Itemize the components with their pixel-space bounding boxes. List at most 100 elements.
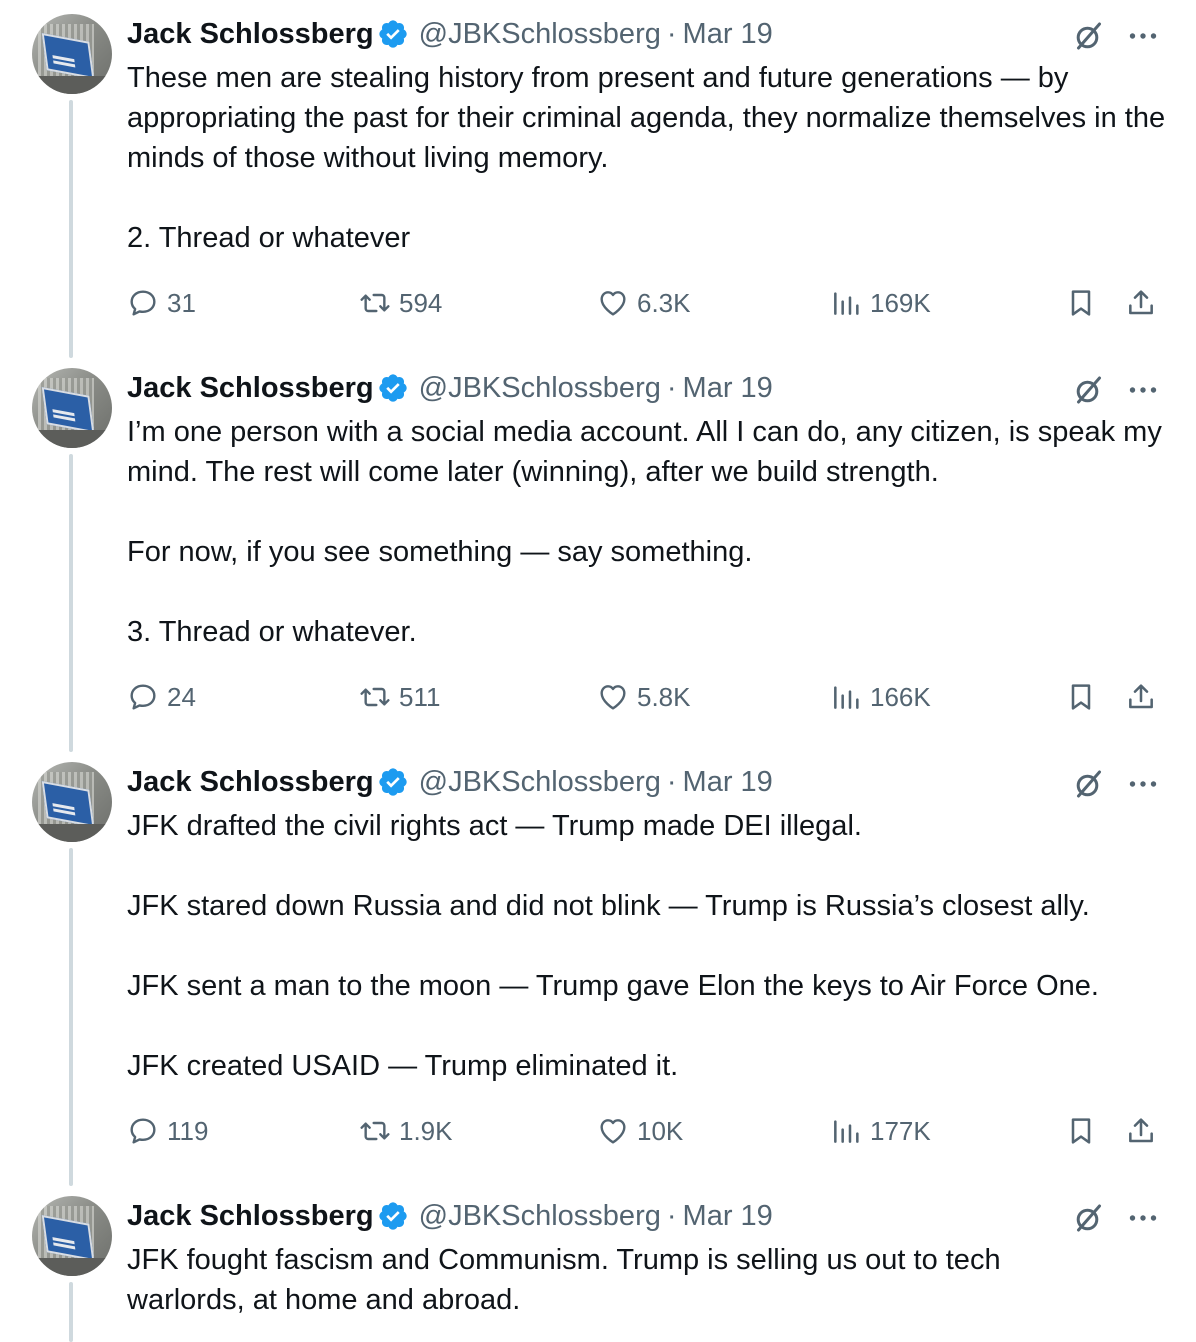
action-bar: 119 1.9K 10K 177K <box>127 1109 1167 1153</box>
views-count: 166K <box>870 681 931 712</box>
share-button[interactable] <box>1125 675 1157 719</box>
author-handle[interactable]: @JBKSchlossberg <box>419 368 661 408</box>
grok-icon[interactable] <box>1071 18 1107 54</box>
tweet-paragraph: These men are stealing history from pres… <box>127 62 1166 174</box>
tweet[interactable]: Jack Schlossberg @JBKSchlossberg · Mar 1… <box>0 748 1196 1186</box>
avatar[interactable] <box>32 1196 112 1276</box>
thread-connector-line <box>69 1282 73 1342</box>
action-bar: 24 511 5.8K 166K <box>127 675 1167 719</box>
views-button[interactable]: 166K <box>830 675 931 719</box>
more-options-icon[interactable] <box>1125 766 1161 802</box>
reply-count: 119 <box>167 1115 209 1146</box>
repost-icon <box>360 687 390 707</box>
tweet-paragraph: 2. Thread or whatever <box>127 222 411 254</box>
views-button[interactable]: 169K <box>830 281 931 325</box>
repost-count: 511 <box>399 681 441 712</box>
like-heart-icon <box>600 685 626 710</box>
reply-button[interactable]: 24 <box>127 675 196 719</box>
share-icon <box>1129 1118 1153 1143</box>
share-icon <box>1129 684 1153 709</box>
bookmark-icon <box>1071 684 1091 710</box>
header-separator: · <box>666 1200 677 1232</box>
tweet[interactable]: Jack Schlossberg @JBKSchlossberg · Mar 1… <box>0 1182 1196 1342</box>
share-button[interactable] <box>1125 1109 1157 1153</box>
avatar[interactable] <box>32 14 112 94</box>
like-button[interactable]: 6.3K <box>597 281 691 325</box>
like-button[interactable]: 10K <box>597 1109 683 1153</box>
like-count: 5.8K <box>637 681 691 712</box>
more-options-icon[interactable] <box>1125 1200 1161 1236</box>
repost-button[interactable]: 594 <box>359 281 442 325</box>
author-name[interactable]: Jack Schlossberg <box>127 368 374 408</box>
reply-button[interactable]: 31 <box>127 281 196 325</box>
header-separator: · <box>666 372 677 404</box>
like-button[interactable]: 5.8K <box>597 675 691 719</box>
avatar[interactable] <box>32 368 112 448</box>
views-icon <box>834 686 859 709</box>
share-button[interactable] <box>1125 281 1157 325</box>
tweet-text: I’m one person with a social media accou… <box>127 412 1167 652</box>
more-options-icon[interactable] <box>1125 372 1161 408</box>
thread-connector-line <box>69 848 73 1186</box>
reply-count: 31 <box>167 287 196 318</box>
author-name[interactable]: Jack Schlossberg <box>127 762 374 802</box>
reply-icon <box>130 684 156 710</box>
tweet-paragraph: JFK drafted the civil rights act — Trump… <box>127 810 862 842</box>
tweet-paragraph: 3. Thread or whatever. <box>127 616 417 648</box>
tweet-paragraph: JFK created USAID — Trump eliminated it. <box>127 1050 679 1082</box>
tweet-date[interactable]: Mar 19 <box>683 762 773 802</box>
repost-icon <box>360 293 390 313</box>
tweet-date[interactable]: Mar 19 <box>683 14 773 54</box>
views-button[interactable]: 177K <box>830 1109 931 1153</box>
author-handle[interactable]: @JBKSchlossberg <box>419 14 661 54</box>
verified-badge-icon <box>377 18 409 50</box>
like-heart-icon <box>600 291 626 316</box>
repost-button[interactable]: 511 <box>359 675 440 719</box>
reply-count: 24 <box>167 681 196 712</box>
tweet[interactable]: Jack Schlossberg @JBKSchlossberg · Mar 1… <box>0 0 1196 358</box>
repost-button[interactable]: 1.9K <box>359 1109 453 1153</box>
tweet-paragraph: JFK fought fascism and Communism. Trump … <box>127 1244 1001 1316</box>
grok-icon[interactable] <box>1071 1200 1107 1236</box>
tweet-text: These men are stealing history from pres… <box>127 58 1167 258</box>
tweet-paragraph: I’m one person with a social media accou… <box>127 416 1162 488</box>
tweet[interactable]: Jack Schlossberg @JBKSchlossberg · Mar 1… <box>0 354 1196 752</box>
repost-count: 594 <box>399 287 443 318</box>
author-handle[interactable]: @JBKSchlossberg <box>419 1196 661 1236</box>
reply-button[interactable]: 119 <box>127 1109 208 1153</box>
views-icon <box>834 1120 859 1143</box>
tweet-date[interactable]: Mar 19 <box>683 1196 773 1236</box>
thread-connector-line <box>69 100 73 358</box>
tweet-text: JFK drafted the civil rights act — Trump… <box>127 806 1167 1086</box>
more-options-icon[interactable] <box>1125 18 1161 54</box>
tweet-header: Jack Schlossberg @JBKSchlossberg · Mar 1… <box>127 14 773 54</box>
views-icon <box>834 292 859 315</box>
author-handle[interactable]: @JBKSchlossberg <box>419 762 661 802</box>
author-name[interactable]: Jack Schlossberg <box>127 14 374 54</box>
bookmark-button[interactable] <box>1065 281 1097 325</box>
tweet-header: Jack Schlossberg @JBKSchlossberg · Mar 1… <box>127 762 773 802</box>
like-count: 10K <box>637 1115 684 1146</box>
verified-badge-icon <box>377 372 409 404</box>
bookmark-button[interactable] <box>1065 675 1097 719</box>
repost-icon <box>360 1121 390 1141</box>
like-count: 6.3K <box>637 287 691 318</box>
tweet-paragraph: JFK sent a man to the moon — Trump gave … <box>127 970 1099 1002</box>
thread-connector-line <box>69 454 73 752</box>
verified-badge-icon <box>377 1200 409 1232</box>
avatar[interactable] <box>32 762 112 842</box>
views-count: 177K <box>870 1115 931 1146</box>
bookmark-button[interactable] <box>1065 1109 1097 1153</box>
action-bar: 31 594 6.3K 169K <box>127 281 1167 325</box>
grok-icon[interactable] <box>1071 766 1107 802</box>
tweet-paragraph: For now, if you see something — say some… <box>127 536 753 568</box>
header-separator: · <box>666 766 677 798</box>
like-heart-icon <box>600 1119 626 1144</box>
tweet-text: JFK fought fascism and Communism. Trump … <box>127 1240 1067 1320</box>
tweet-header: Jack Schlossberg @JBKSchlossberg · Mar 1… <box>127 368 773 408</box>
author-name[interactable]: Jack Schlossberg <box>127 1196 374 1236</box>
share-icon <box>1129 290 1153 315</box>
tweet-date[interactable]: Mar 19 <box>683 368 773 408</box>
grok-icon[interactable] <box>1071 372 1107 408</box>
verified-badge-icon <box>377 766 409 798</box>
